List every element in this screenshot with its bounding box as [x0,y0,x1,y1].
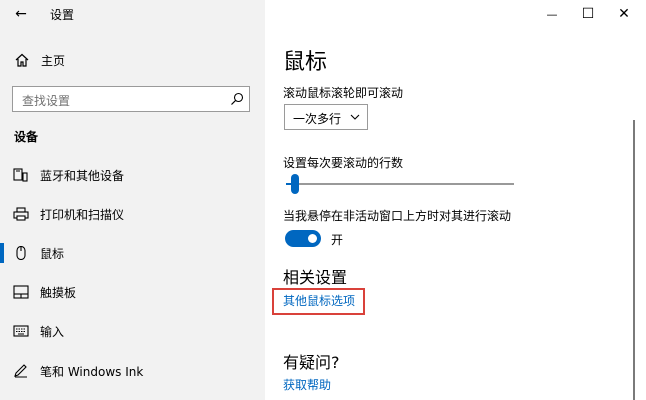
back-arrow-icon: ← [15,6,27,22]
sidebar-home-label: 主页 [41,54,66,68]
sidebar-item-touchpad[interactable]: 触摸板 [0,277,265,307]
scrollbar[interactable] [633,120,635,400]
keyboard-icon [13,325,29,337]
maximize-icon: ☐ [581,6,595,22]
maximize-button[interactable]: ☐ [570,0,606,28]
slider-track [286,183,514,185]
chevron-down-icon [350,114,360,120]
main-content: 鼠标 滚动鼠标滚轮即可滚动 一次多行 设置每次要滚动的行数 当我悬停在非活动窗口… [265,0,646,400]
sidebar-item-home[interactable]: 主页 [0,48,265,72]
sidebar-item-label: 蓝牙和其他设备 [40,169,125,183]
sidebar-item-label: 打印机和扫描仪 [40,208,125,222]
sidebar-item-pen[interactable]: 笔和 Windows Ink [0,356,265,386]
sidebar-item-mouse[interactable]: 鼠标 [0,238,265,268]
sidebar-item-label: 输入 [40,325,65,339]
minimize-button[interactable]: — [534,0,570,28]
other-mouse-options-link[interactable]: 其他鼠标选项 [283,292,355,309]
inactive-scroll-state: 开 [331,233,344,247]
home-icon [15,53,29,67]
question-heading: 有疑问? [283,353,340,372]
bluetooth-devices-icon [13,168,28,182]
sidebar-item-typing[interactable]: 输入 [0,316,265,346]
sidebar-section-heading: 设备 [14,130,39,144]
slider-thumb[interactable] [291,174,299,194]
close-button[interactable]: ✕ [606,0,642,28]
minimize-icon: — [546,7,558,21]
toggle-knob [308,234,317,243]
close-icon: ✕ [618,6,630,22]
app-title: 设置 [50,8,75,22]
lines-to-scroll-slider[interactable] [286,174,514,194]
scroll-mode-value: 一次多行 [293,112,342,126]
sidebar: ← 设置 主页 查找设置 设备 蓝牙和其他设备 打印机和扫描仪 鼠标 触摸板 输… [0,0,265,400]
scroll-mode-dropdown[interactable]: 一次多行 [284,104,368,130]
lines-to-scroll-label: 设置每次要滚动的行数 [283,156,404,170]
search-icon [231,92,244,105]
get-help-link[interactable]: 获取帮助 [283,376,331,393]
mouse-icon [16,246,26,260]
scroll-wheel-label: 滚动鼠标滚轮即可滚动 [283,86,404,100]
search-input[interactable]: 查找设置 [12,86,250,112]
inactive-scroll-toggle[interactable] [285,230,321,247]
selection-indicator [0,243,4,263]
search-placeholder: 查找设置 [22,94,71,108]
sidebar-item-label: 鼠标 [40,247,65,261]
sidebar-item-bluetooth[interactable]: 蓝牙和其他设备 [0,160,265,190]
sidebar-item-label: 触摸板 [40,286,77,300]
page-title: 鼠标 [283,50,328,75]
sidebar-item-label: 笔和 Windows Ink [40,365,144,379]
inactive-scroll-label: 当我悬停在非活动窗口上方时对其进行滚动 [283,209,512,223]
printer-icon [13,207,29,221]
sidebar-item-printers[interactable]: 打印机和扫描仪 [0,199,265,229]
related-settings-heading: 相关设置 [283,268,348,287]
touchpad-icon [13,285,29,299]
pen-icon [14,364,27,378]
back-button[interactable]: ← [10,4,32,24]
